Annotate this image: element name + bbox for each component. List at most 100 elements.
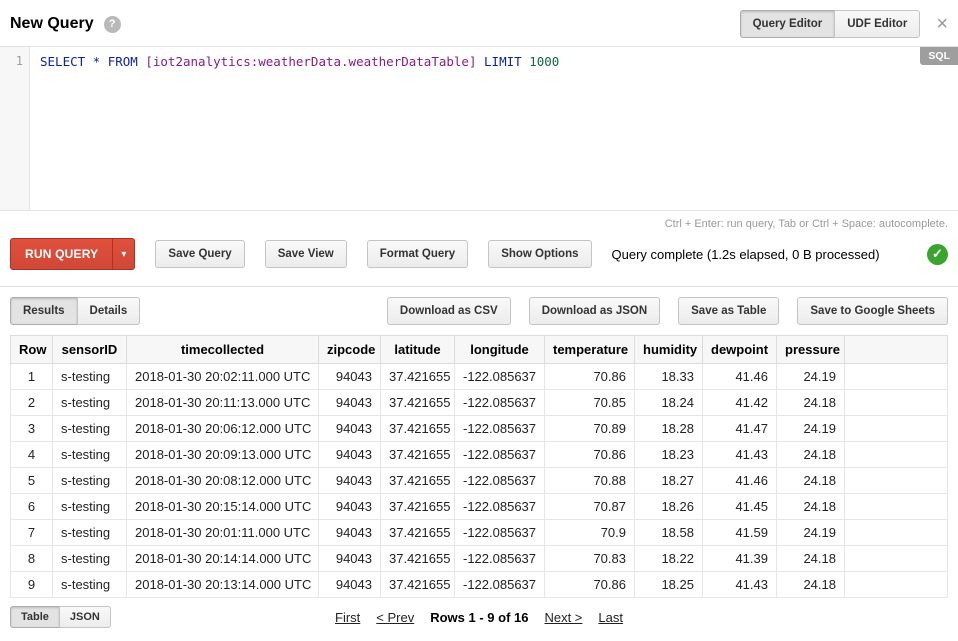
show-options-button[interactable]: Show Options (488, 240, 591, 268)
view-table-button[interactable]: Table (10, 606, 60, 628)
query-success-check-icon: ✓ (927, 244, 948, 265)
query-editor-input[interactable]: SELECT * FROM [iot2analytics:weatherData… (30, 47, 958, 210)
cell-temperature: 70.86 (545, 364, 635, 390)
cell-dewpoint: 41.43 (703, 442, 777, 468)
sql-dialect-badge: SQL (920, 47, 958, 65)
query-status-text: Query complete (1.2s elapsed, 0 B proces… (612, 247, 880, 262)
cell-zipcode: 94043 (319, 468, 381, 494)
cell-latitude: 37.421655 (381, 546, 455, 572)
sql-table-reference: [iot2analytics:weatherData.weatherDataTa… (145, 54, 476, 69)
udf-editor-tab[interactable]: UDF Editor (834, 10, 920, 38)
cell-timecollected: 2018-01-30 20:14:14.000 UTC (127, 546, 319, 572)
cell-temperature: 70.87 (545, 494, 635, 520)
cell-sensorid: s-testing (53, 572, 127, 598)
save-to-google-sheets-button[interactable]: Save to Google Sheets (797, 297, 948, 325)
cell-sensorid: s-testing (53, 468, 127, 494)
cell-humidity: 18.23 (635, 442, 703, 468)
download-json-button[interactable]: Download as JSON (529, 297, 660, 325)
cell-longitude: -122.085637 (455, 442, 545, 468)
view-json-button[interactable]: JSON (59, 606, 111, 628)
table-row: 2s-testing2018-01-30 20:11:13.000 UTC940… (11, 390, 948, 416)
editor-mode-switch: Query Editor UDF Editor (740, 10, 921, 38)
cell-filler (845, 572, 948, 598)
help-icon[interactable]: ? (104, 16, 121, 33)
cell-humidity: 18.26 (635, 494, 703, 520)
cell-dewpoint: 41.39 (703, 546, 777, 572)
cell-longitude: -122.085637 (455, 390, 545, 416)
cell-timecollected: 2018-01-30 20:11:13.000 UTC (127, 390, 319, 416)
cell-longitude: -122.085637 (455, 468, 545, 494)
pagination-prev-link[interactable]: < Prev (376, 610, 414, 625)
column-header-dewpoint: dewpoint (703, 336, 777, 364)
results-footer: First < Prev Rows 1 - 9 of 16 Next > Las… (0, 598, 958, 636)
cell-sensorid: s-testing (53, 416, 127, 442)
save-view-button[interactable]: Save View (265, 240, 347, 268)
cell-pressure: 24.18 (777, 442, 845, 468)
pagination-info: Rows 1 - 9 of 16 (430, 610, 528, 625)
pagination-first-link[interactable]: First (335, 610, 360, 625)
cell-sensorid: s-testing (53, 390, 127, 416)
cell-dewpoint: 41.43 (703, 572, 777, 598)
cell-row: 1 (11, 364, 53, 390)
close-icon[interactable]: × (936, 14, 948, 34)
cell-timecollected: 2018-01-30 20:09:13.000 UTC (127, 442, 319, 468)
cell-filler (845, 364, 948, 390)
cell-filler (845, 546, 948, 572)
pagination: First < Prev Rows 1 - 9 of 16 Next > Las… (0, 610, 958, 625)
column-header-timecollected: timecollected (127, 336, 319, 364)
cell-humidity: 18.33 (635, 364, 703, 390)
column-header-longitude: longitude (455, 336, 545, 364)
cell-longitude: -122.085637 (455, 546, 545, 572)
cell-timecollected: 2018-01-30 20:02:11.000 UTC (127, 364, 319, 390)
cell-longitude: -122.085637 (455, 416, 545, 442)
run-query-button[interactable]: RUN QUERY (11, 239, 112, 269)
pagination-last-link[interactable]: Last (598, 610, 623, 625)
cell-row: 2 (11, 390, 53, 416)
line-number-gutter: 1 (0, 47, 30, 210)
cell-filler (845, 442, 948, 468)
cell-row: 3 (11, 416, 53, 442)
cell-row: 9 (11, 572, 53, 598)
sql-keyword-limit: LIMIT (477, 54, 530, 69)
cell-filler (845, 390, 948, 416)
cell-zipcode: 94043 (319, 416, 381, 442)
cell-temperature: 70.89 (545, 416, 635, 442)
format-query-button[interactable]: Format Query (367, 240, 468, 268)
cell-sensorid: s-testing (53, 546, 127, 572)
cell-humidity: 18.25 (635, 572, 703, 598)
query-editor-tab[interactable]: Query Editor (740, 10, 836, 38)
tab-results[interactable]: Results (10, 297, 78, 325)
header-row: RowsensorIDtimecollectedzipcodelatitudel… (11, 336, 948, 364)
save-query-button[interactable]: Save Query (155, 240, 244, 268)
cell-row: 8 (11, 546, 53, 572)
cell-dewpoint: 41.45 (703, 494, 777, 520)
cell-pressure: 24.18 (777, 572, 845, 598)
cell-timecollected: 2018-01-30 20:08:12.000 UTC (127, 468, 319, 494)
save-as-table-button[interactable]: Save as Table (678, 297, 779, 325)
column-header-latitude: latitude (381, 336, 455, 364)
cell-zipcode: 94043 (319, 390, 381, 416)
editor-shortcut-hint: Ctrl + Enter: run query, Tab or Ctrl + S… (0, 211, 958, 238)
result-view-toggle: Table JSON (10, 606, 111, 628)
cell-sensorid: s-testing (53, 494, 127, 520)
pagination-next-link[interactable]: Next > (544, 610, 582, 625)
sql-keyword: SELECT * FROM (40, 54, 145, 69)
table-row: 9s-testing2018-01-30 20:13:14.000 UTC940… (11, 572, 948, 598)
cell-dewpoint: 41.46 (703, 364, 777, 390)
tab-details[interactable]: Details (77, 297, 141, 325)
cell-pressure: 24.18 (777, 468, 845, 494)
cell-latitude: 37.421655 (381, 390, 455, 416)
results-table-head: RowsensorIDtimecollectedzipcodelatitudel… (11, 336, 948, 364)
column-header-row: Row (11, 336, 53, 364)
column-header-pressure: pressure (777, 336, 845, 364)
cell-latitude: 37.421655 (381, 416, 455, 442)
cell-zipcode: 94043 (319, 572, 381, 598)
run-query-dropdown-icon[interactable]: ▾ (112, 239, 134, 269)
cell-pressure: 24.18 (777, 494, 845, 520)
download-csv-button[interactable]: Download as CSV (387, 297, 511, 325)
cell-temperature: 70.85 (545, 390, 635, 416)
results-bar: Results Details Download as CSV Download… (0, 287, 958, 335)
cell-filler (845, 494, 948, 520)
cell-humidity: 18.28 (635, 416, 703, 442)
table-row: 3s-testing2018-01-30 20:06:12.000 UTC940… (11, 416, 948, 442)
